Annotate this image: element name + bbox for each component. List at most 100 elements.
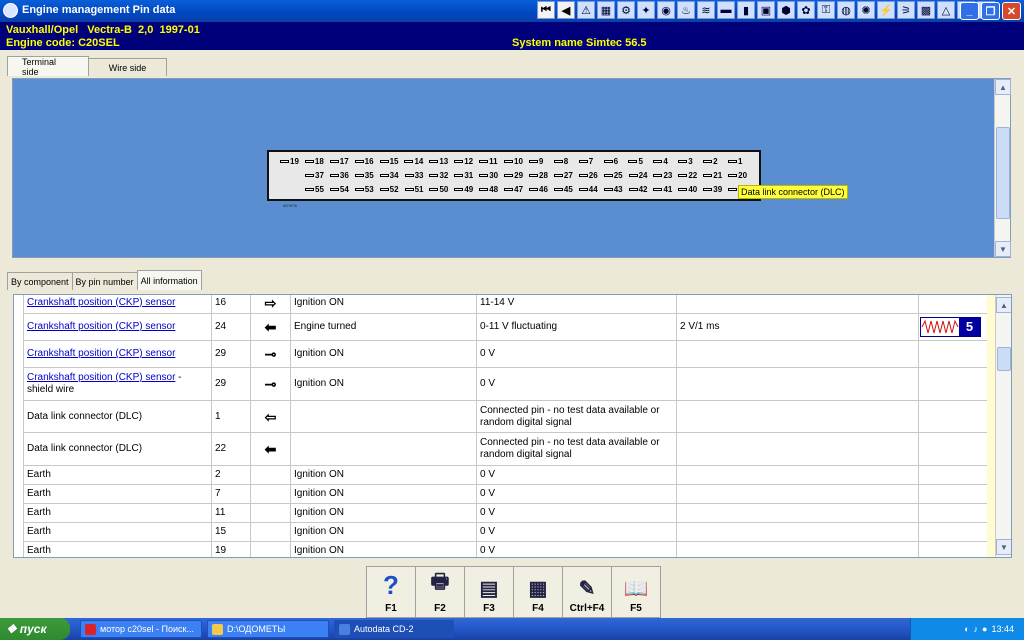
waveform-button[interactable]: 5 [920,317,981,337]
pump-icon[interactable]: ▣ [757,1,775,19]
connector-pin[interactable]: 28 [529,171,554,180]
fuel-icon[interactable]: ▮ [737,1,755,19]
connector-pin[interactable]: 35 [354,171,380,180]
connector-pin[interactable]: 8 [553,157,579,166]
component-cell[interactable]: Crankshaft position (CKP) sensor [23,313,212,341]
connector-pin[interactable]: 26 [578,171,604,180]
component-link[interactable]: Crankshaft position (CKP) sensor [27,297,175,308]
connector-pin[interactable]: 40 [678,185,703,194]
connector-pin[interactable]: 42 [628,185,654,194]
table-row[interactable]: Earth 15 Ignition ON 0 V [23,522,988,542]
connector-pin[interactable]: 2 [703,157,728,166]
connector-pin[interactable]: 30 [479,171,504,180]
tab-by-component[interactable]: By component [7,272,73,290]
connector-pin[interactable]: 5 [628,157,653,166]
connector-pin[interactable]: 16 [354,157,380,166]
function-key-f1[interactable]: ? F1 [366,566,416,618]
table-row[interactable]: Earth 19 Ignition ON 0 V [23,541,988,557]
service-icon[interactable]: ✿ [797,1,815,19]
connector-pin[interactable]: 48 [479,185,504,194]
connector-pin[interactable]: 50 [429,185,454,194]
connector-pin[interactable]: 33 [404,171,430,180]
connector-pin[interactable]: 22 [678,171,703,180]
connector-pin[interactable]: 34 [379,171,405,180]
function-key-f4[interactable]: ▦ F4 [513,566,563,618]
connector-pin[interactable]: 37 [305,171,330,180]
connector-pin[interactable]: 51 [404,185,430,194]
gauge-icon[interactable]: ◉ [657,1,675,19]
lamp-icon[interactable]: ✺ [857,1,875,19]
pins-icon[interactable]: ⚞ [897,1,915,19]
function-key-ctrl-f4[interactable]: ✎ Ctrl+F4 [562,566,612,618]
table-scrollbar[interactable]: ▲ ▼ [995,295,1011,557]
car-icon[interactable]: ⬢ [777,1,795,19]
function-key-f2[interactable]: 🖶 F2 [415,566,465,618]
wrench-icon[interactable]: ✦ [637,1,655,19]
tab-wire-side[interactable]: Wire side [88,58,167,76]
component-cell[interactable]: Crankshaft position (CKP) sensor - shiel… [23,367,212,401]
connector-pin[interactable]: 29 [504,171,529,180]
connector-pin[interactable]: 23 [653,171,678,180]
network-icon[interactable]: ◐ [964,624,969,634]
connector-pin[interactable]: 49 [454,185,479,194]
start-button[interactable]: ❖ пуск [0,618,70,640]
antivirus-icon[interactable]: ● [982,624,987,634]
key-icon[interactable]: ⚿ [817,1,835,19]
first-record-icon[interactable]: ⏮ [537,1,555,19]
connector-pin[interactable]: 36 [329,171,355,180]
belt-icon[interactable]: ≋ [697,1,715,19]
table-row[interactable]: Crankshaft position (CKP) sensor 24 ⬅ Engin… [23,313,988,341]
connector-pin[interactable]: 21 [703,171,728,180]
connector-pin[interactable]: 52 [379,185,405,194]
scroll-thumb[interactable] [996,127,1010,219]
connector-pin[interactable]: 14 [404,157,429,166]
tab-all-information[interactable]: All information [136,270,202,290]
scroll-thumb[interactable] [997,347,1011,371]
wiring-icon[interactable]: ⚡ [877,1,895,19]
function-key-f3[interactable]: ▤ F3 [464,566,514,618]
connector-pin[interactable]: 12 [454,157,479,166]
connector-pin[interactable]: 45 [553,185,579,194]
connector-pin[interactable]: 19 [280,157,305,166]
connector-pin[interactable]: 47 [504,185,529,194]
task-autodata[interactable]: Autodata CD-2 [334,620,454,638]
component-link[interactable]: Crankshaft position (CKP) sensor [27,372,175,383]
diagnostics-icon[interactable]: ◍ [837,1,855,19]
connector-pin[interactable]: 53 [354,185,380,194]
component-link[interactable]: Crankshaft position (CKP) sensor [27,321,175,332]
scroll-up-icon[interactable]: ▲ [995,79,1011,95]
function-key-f5[interactable]: 📖 F5 [611,566,661,618]
table-row[interactable]: Data link connector (DLC) 22 ⬅ Connected pi… [23,432,988,466]
component-link[interactable]: Crankshaft position (CKP) sensor [27,348,175,359]
minimize-button[interactable]: _ [960,2,979,20]
scroll-down-icon[interactable]: ▼ [996,539,1011,555]
connector-scrollbar[interactable]: ▲ ▼ [994,79,1011,257]
connector-pin[interactable]: 55 [305,185,330,194]
tab-by-pin-number[interactable]: By pin number [71,272,138,290]
connector-pin[interactable]: 32 [429,171,454,180]
warning-icon[interactable]: ⚠ [577,1,595,19]
connector-pin[interactable]: 43 [603,185,629,194]
connector-pin[interactable]: 39 [703,185,728,194]
waveform-cell[interactable]: 5 [918,313,988,341]
tyre-icon[interactable]: ▬ [717,1,735,19]
table-row[interactable]: Crankshaft position (CKP) sensor 29 ⊸ Ignit… [23,340,988,368]
connector-pin[interactable]: 18 [304,157,330,166]
connector-pin[interactable]: 15 [379,157,405,166]
connector-pin[interactable]: 27 [553,171,579,180]
component-cell[interactable]: Crankshaft position (CKP) sensor [23,340,212,368]
connector-pin[interactable]: 4 [653,157,678,166]
connector-pin[interactable]: 10 [504,157,529,166]
connector-pin[interactable]: 31 [454,171,479,180]
table-row[interactable]: Earth 11 Ignition ON 0 V [23,503,988,523]
connector-pin[interactable]: 11 [479,157,504,166]
engine-icon[interactable]: ⚙ [617,1,635,19]
table-row[interactable]: Crankshaft position (CKP) sensor - shiel… [23,367,988,401]
table-row[interactable]: Crankshaft position (CKP) sensor 16 ⇨ Ignit… [23,295,988,314]
connector-pin[interactable]: 44 [578,185,604,194]
connector-pin[interactable]: 3 [678,157,703,166]
tab-terminal-side[interactable]: Terminal side [7,56,89,77]
ecu-icon[interactable]: ▩ [917,1,935,19]
component-cell[interactable]: Crankshaft position (CKP) sensor [23,295,212,314]
connector-pin[interactable]: 24 [628,171,654,180]
